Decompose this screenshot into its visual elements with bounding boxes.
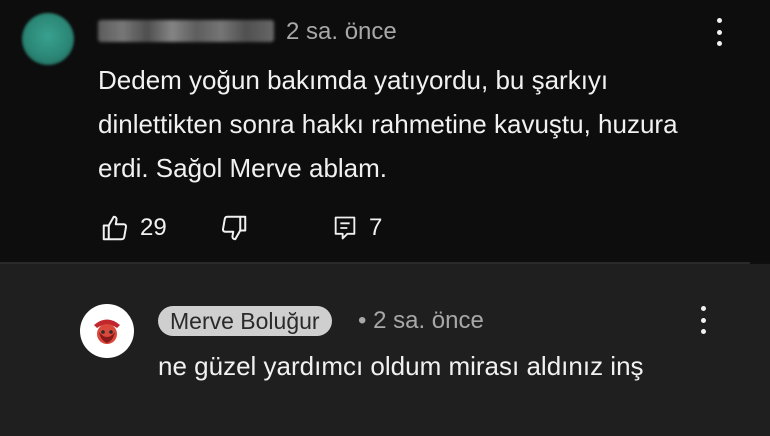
author-name-blurred[interactable] <box>98 20 274 42</box>
thumbs-up-icon <box>102 215 128 241</box>
reply-text: ne güzel yardımcı oldum mirası aldınız i… <box>158 351 644 381</box>
reply-button[interactable]: 7 <box>331 213 382 243</box>
more-vert-icon-dot <box>700 329 706 334</box>
like-button[interactable]: 29 <box>100 213 167 243</box>
more-vert-icon <box>716 18 722 23</box>
comment-timestamp[interactable]: 2 sa. önce <box>286 18 397 46</box>
reply-avatar[interactable] <box>80 304 134 358</box>
more-vert-icon-dot <box>716 29 722 35</box>
comment-icon <box>334 216 356 240</box>
avatar-logo-icon <box>87 311 127 351</box>
more-options-button[interactable] <box>714 18 724 46</box>
reply-author-chip[interactable]: Merve Boluğur <box>158 306 332 336</box>
comment-text: Dedem yoğun bakımda yatıyordu, bu şarkıy… <box>98 65 678 183</box>
avatar[interactable] <box>22 13 74 65</box>
more-vert-icon-dot <box>700 317 706 323</box>
reply-more-options-button[interactable] <box>698 306 708 334</box>
like-count: 29 <box>140 214 167 241</box>
more-vert-icon <box>700 306 706 311</box>
separator-dot: • <box>358 307 367 334</box>
reply-count: 7 <box>369 214 383 241</box>
dislike-button[interactable] <box>219 213 249 243</box>
reply-timestamp[interactable]: • 2 sa. önce <box>358 307 484 335</box>
more-vert-icon-dot <box>716 41 722 46</box>
reply-timestamp-text: 2 sa. önce <box>373 307 484 334</box>
thumbs-down-icon <box>221 215 247 241</box>
